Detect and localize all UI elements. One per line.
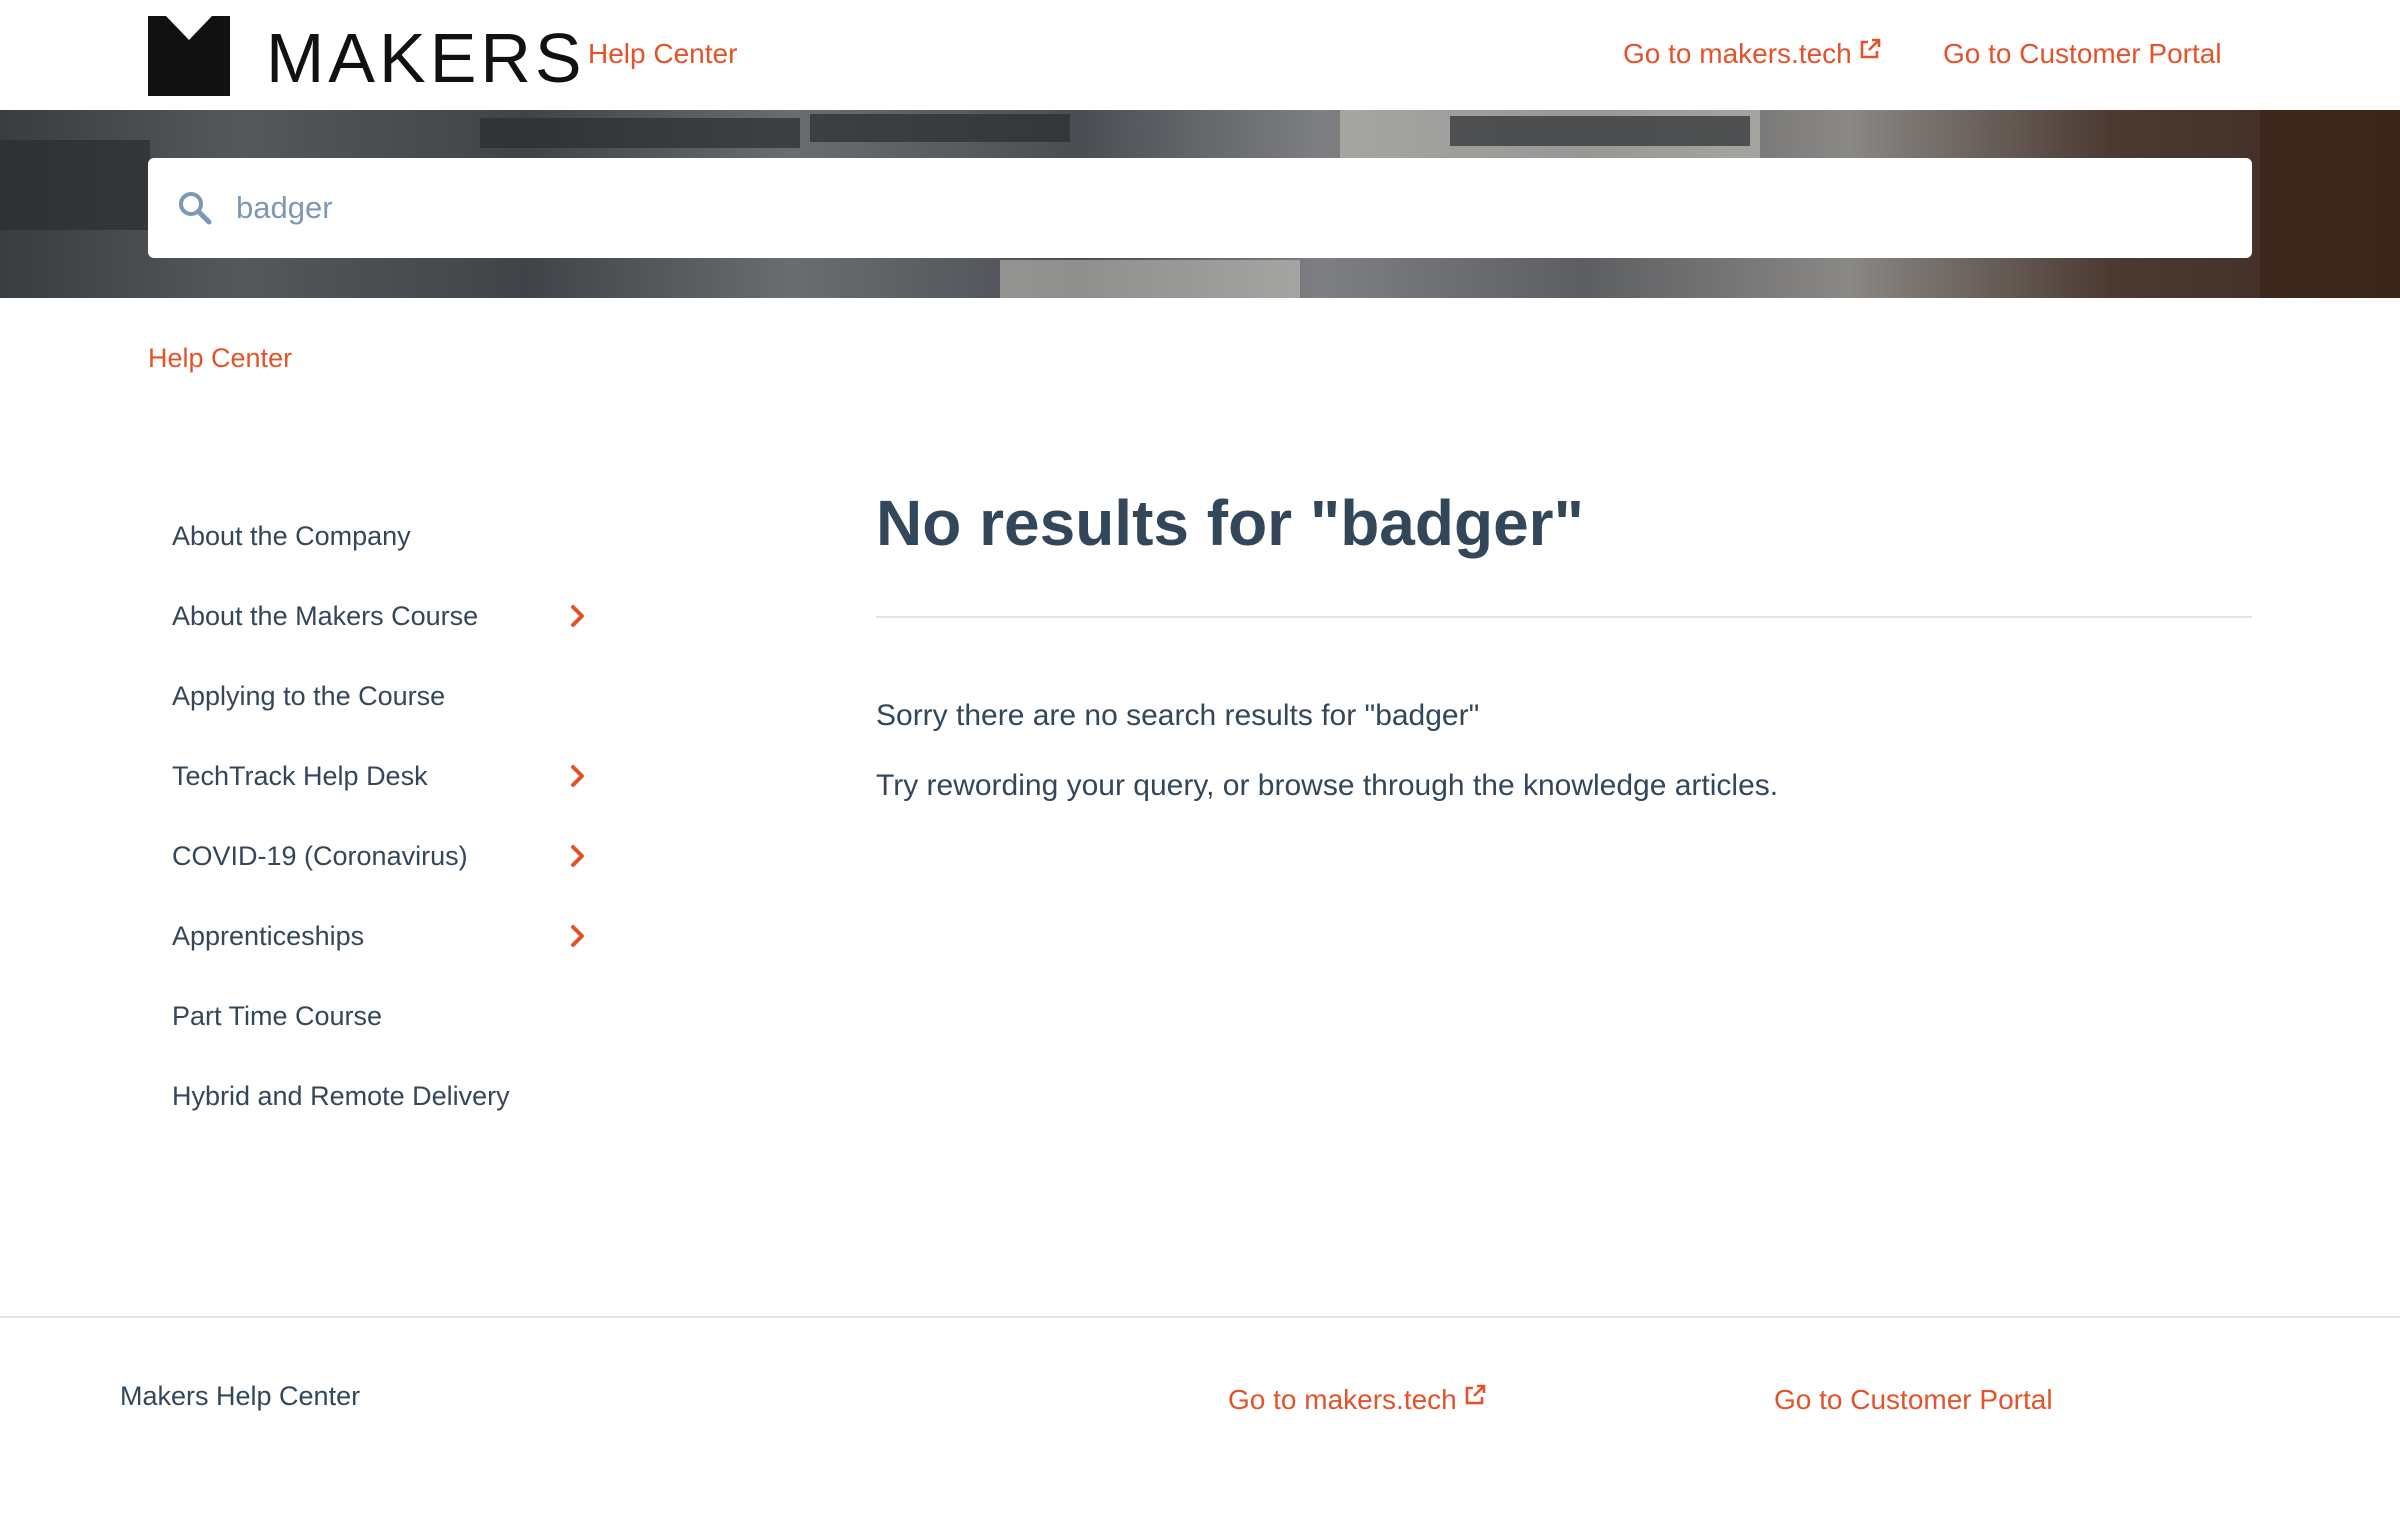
- chevron-right-icon[interactable]: [568, 842, 588, 870]
- search-box[interactable]: [148, 158, 2252, 258]
- sidebar-item-part-time-course[interactable]: Part Time Course: [172, 976, 612, 1056]
- footer-site-name: Makers Help Center: [120, 1381, 361, 1411]
- header-help-center-link[interactable]: Help Center: [588, 36, 737, 72]
- hero-monitor-shape: [480, 118, 800, 148]
- search-icon: [179, 192, 212, 225]
- hero-banner: [0, 110, 2400, 298]
- chevron-right-icon[interactable]: [568, 762, 588, 790]
- footer-divider: [0, 1316, 2400, 1318]
- sidebar-item-label: COVID-19 (Coronavirus): [172, 841, 468, 871]
- title-divider: [876, 616, 2252, 618]
- hero-monitor-shape: [810, 114, 1070, 142]
- sidebar-item-covid-19[interactable]: COVID-19 (Coronavirus): [172, 816, 612, 896]
- sidebar-item-label: Apprenticeships: [172, 921, 365, 951]
- sidebar-item-applying-to-the-course[interactable]: Applying to the Course: [172, 656, 612, 736]
- no-results-hint: Try rewording your query, or browse thro…: [876, 769, 1779, 802]
- category-sidebar: About the Company About the Makers Cours…: [172, 496, 612, 1136]
- header-makers-tech-link[interactable]: Go to makers.tech: [1623, 36, 1882, 72]
- header-makers-tech-label: Go to makers.tech: [1623, 38, 1852, 69]
- site-header: MAKERS Help Center Go to makers.tech Go …: [0, 0, 2400, 110]
- sidebar-item-label: TechTrack Help Desk: [172, 761, 428, 791]
- search-input[interactable]: [234, 178, 2134, 238]
- sidebar-item-techtrack-help-desk[interactable]: TechTrack Help Desk: [172, 736, 612, 816]
- page-title: No results for "badger": [876, 487, 1584, 559]
- sidebar-item-apprenticeships[interactable]: Apprenticeships: [172, 896, 612, 976]
- sidebar-item-label: About the Makers Course: [172, 601, 479, 631]
- sidebar-item-label: Applying to the Course: [172, 681, 446, 711]
- breadcrumb-help-center[interactable]: Help Center: [148, 340, 292, 376]
- chevron-right-icon[interactable]: [568, 602, 588, 630]
- hero-monitor-shape: [1450, 116, 1750, 146]
- logo-text: MAKERS: [266, 19, 586, 97]
- sidebar-item-hybrid-and-remote-delivery[interactable]: Hybrid and Remote Delivery: [172, 1056, 612, 1136]
- footer-makers-tech-label: Go to makers.tech: [1228, 1384, 1457, 1415]
- sidebar-item-about-the-makers-course[interactable]: About the Makers Course: [172, 576, 612, 656]
- search-results-main: No results for "badger" Sorry there are …: [876, 478, 2252, 802]
- sidebar-item-label: Hybrid and Remote Delivery: [172, 1081, 510, 1111]
- makers-logo[interactable]: MAKERS: [148, 16, 586, 97]
- footer-customer-portal-link[interactable]: Go to Customer Portal: [1774, 1382, 2053, 1418]
- footer-makers-tech-link[interactable]: Go to makers.tech: [1228, 1382, 1487, 1418]
- external-link-icon: [1465, 1384, 1486, 1405]
- sidebar-item-label: Part Time Course: [172, 1001, 383, 1031]
- external-link-icon: [1860, 38, 1881, 59]
- sidebar-item-about-the-company[interactable]: About the Company: [172, 496, 612, 576]
- header-customer-portal-link[interactable]: Go to Customer Portal: [1943, 36, 2222, 72]
- chevron-right-icon[interactable]: [568, 922, 588, 950]
- hero-monitor-shape: [0, 140, 150, 230]
- hero-desk-shape: [1000, 260, 1300, 298]
- makers-logo-mark-icon: [148, 16, 230, 96]
- hero-wall-shape: [2260, 110, 2400, 298]
- no-results-message: Sorry there are no search results for "b…: [876, 699, 1480, 732]
- sidebar-item-label: About the Company: [172, 521, 411, 551]
